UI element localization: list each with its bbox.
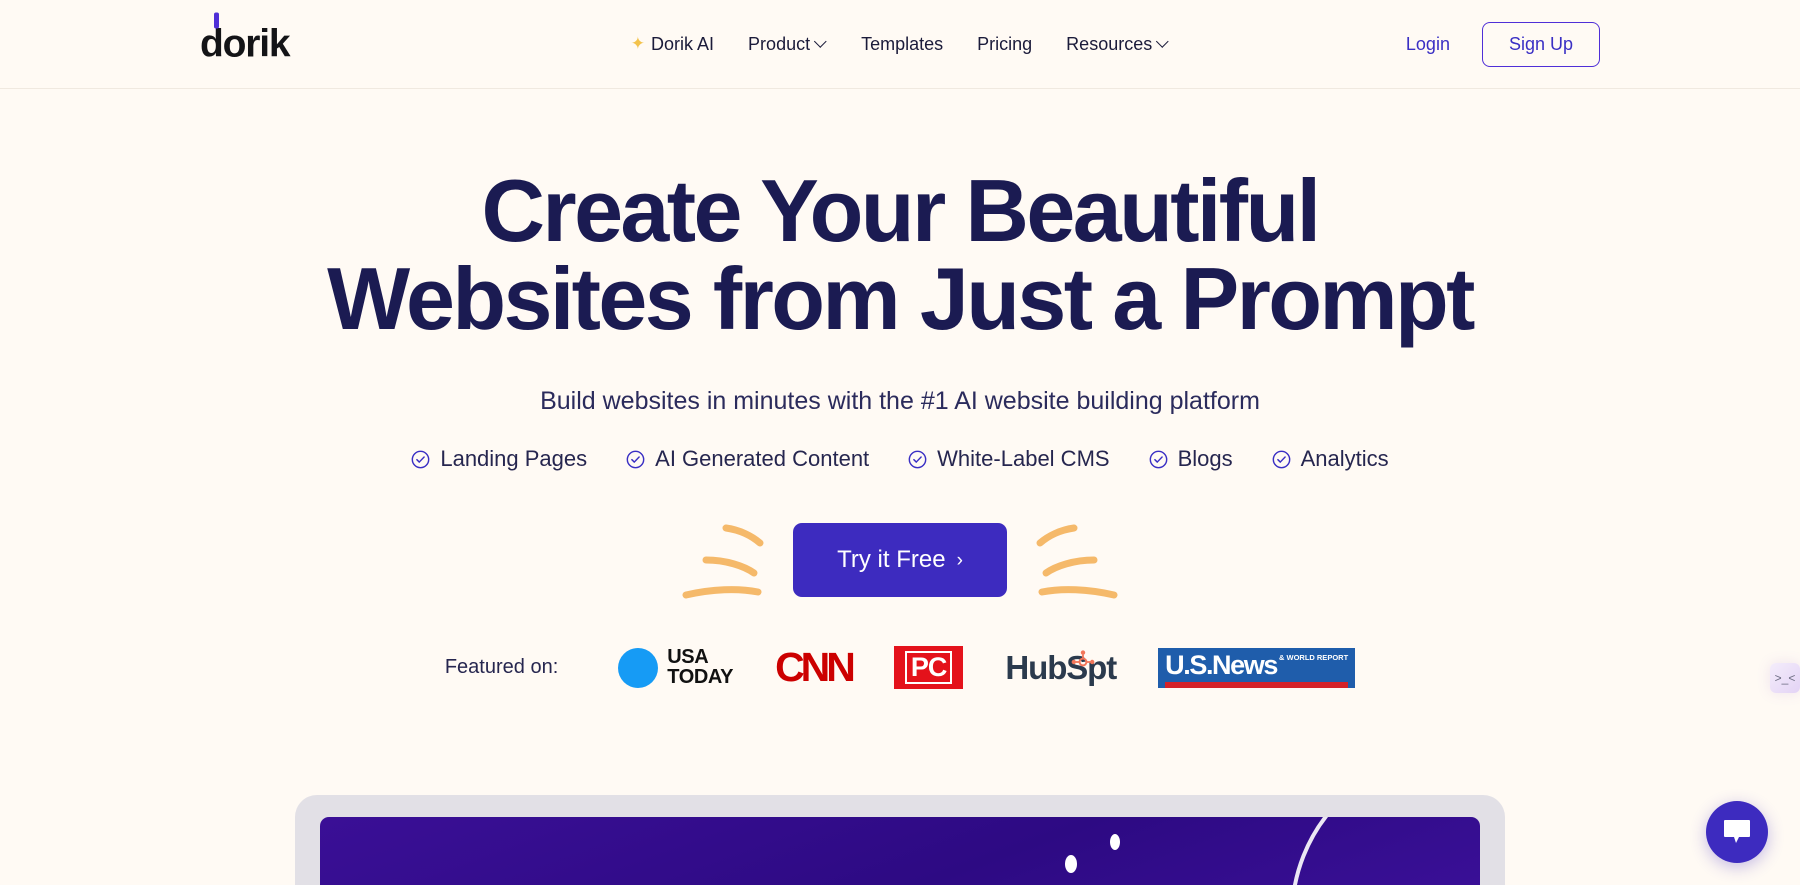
signup-button[interactable]: Sign Up xyxy=(1481,21,1600,67)
decorative-dot xyxy=(1110,834,1120,850)
side-tab-glyph: >_< xyxy=(1774,671,1796,685)
logo-text-wrap: dorik xyxy=(200,12,291,66)
headline-line-2: Websites from Just a Prompt xyxy=(327,249,1475,348)
feature-item-white-label-cms: White-Label CMS xyxy=(908,446,1110,472)
hero-subtitle: Build websites in minutes with the #1 AI… xyxy=(540,387,1260,415)
logo-text: dorik xyxy=(200,22,291,66)
hero-section: Create Your Beautiful Websites from Just… xyxy=(0,89,1800,691)
headline-line-1: Create Your Beautiful xyxy=(481,161,1321,260)
nav-label: Dorik AI xyxy=(651,33,715,54)
brand-logo-pc: PC xyxy=(893,646,964,689)
hubspot-wordmark: HubSp t xyxy=(1005,648,1117,687)
feedback-side-tab[interactable]: >_< xyxy=(1770,663,1800,693)
main-nav: ✦ Dorik AI Product Templates Pricing Res… xyxy=(631,34,1169,55)
feature-list: Landing Pages AI Generated Content White… xyxy=(0,446,1800,472)
cta-area: Try it Free › xyxy=(0,510,1800,610)
hubspot-suffix: t xyxy=(1106,648,1117,686)
feature-item-ai-generated-content: AI Generated Content xyxy=(626,446,869,472)
nav-label: Resources xyxy=(1066,33,1153,54)
chevron-right-icon: › xyxy=(956,549,963,571)
check-circle-icon xyxy=(908,450,927,468)
us-news-main-text: U.S.News xyxy=(1165,649,1278,680)
chat-widget-button[interactable] xyxy=(1706,801,1768,863)
decorative-swoosh-right-icon xyxy=(1036,524,1118,599)
nav-item-templates[interactable]: Templates xyxy=(861,34,943,55)
usa-today-dot-icon xyxy=(618,647,659,688)
page-title: Create Your Beautiful Websites from Just… xyxy=(250,167,1550,343)
header-actions: Login Sign Up xyxy=(1406,21,1600,67)
sparkles-icon: ✦ xyxy=(630,34,646,53)
usa-today-wordmark: USA TODAY xyxy=(667,645,734,688)
cta-label: Try it Free xyxy=(837,546,946,573)
nav-item-pricing[interactable]: Pricing xyxy=(977,34,1032,55)
feature-label: AI Generated Content xyxy=(655,446,870,471)
product-preview-area xyxy=(0,795,1800,885)
check-circle-icon xyxy=(1149,450,1167,468)
us-news-box: U.S.News & WORLD REPORT xyxy=(1158,647,1356,688)
laptop-mockup-frame xyxy=(295,795,1505,885)
us-news-wordmark: U.S.News & WORLD REPORT xyxy=(1158,647,1356,688)
brand-logo-usa-today: USA TODAY xyxy=(618,645,734,688)
check-circle-icon xyxy=(411,450,430,468)
decorative-arc xyxy=(1290,817,1480,885)
check-circle-icon xyxy=(1272,450,1290,468)
check-circle-icon xyxy=(626,450,645,468)
chevron-down-icon xyxy=(1158,37,1169,48)
featured-on-row: Featured on: USA TODAY CNN PC HubSp t U.… xyxy=(0,644,1800,691)
pc-wordmark: PC xyxy=(904,651,953,684)
nav-label: Templates xyxy=(861,33,944,54)
chat-bubble-icon xyxy=(1724,820,1750,843)
laptop-screen xyxy=(320,817,1480,885)
brand-logo-us-news: U.S.News & WORLD REPORT xyxy=(1158,647,1356,688)
us-news-top: U.S.News & WORLD REPORT xyxy=(1165,649,1349,680)
feature-item-landing-pages: Landing Pages xyxy=(411,446,587,472)
nav-label: Product xyxy=(748,33,811,54)
decorative-dot xyxy=(1065,855,1077,873)
chevron-down-icon xyxy=(816,37,827,48)
try-it-free-button[interactable]: Try it Free › xyxy=(793,523,1007,597)
cnn-wordmark: CNN xyxy=(775,644,856,690)
pc-wordmark-box: PC xyxy=(893,646,964,689)
feature-label: White-Label CMS xyxy=(937,446,1110,471)
usa-today-line1: USA xyxy=(667,645,709,668)
featured-on-label: Featured on: xyxy=(444,656,559,678)
logo[interactable]: dorik xyxy=(200,12,291,66)
brand-logo-cnn: CNN xyxy=(775,644,856,691)
hubspot-sprocket-icon xyxy=(1071,649,1095,666)
usa-today-line2: TODAY xyxy=(667,665,734,688)
login-link[interactable]: Login xyxy=(1406,34,1450,55)
nav-item-product[interactable]: Product xyxy=(748,34,827,55)
feature-label: Landing Pages xyxy=(440,446,588,471)
feature-label: Blogs xyxy=(1177,446,1233,471)
brand-logo-hubspot: HubSp t xyxy=(1005,648,1117,687)
feature-item-blogs: Blogs xyxy=(1149,446,1233,472)
us-news-red-bar xyxy=(1165,681,1349,688)
nav-label: Pricing xyxy=(977,33,1033,54)
nav-item-resources[interactable]: Resources xyxy=(1066,34,1169,55)
feature-label: Analytics xyxy=(1300,446,1389,471)
logo-accent-mark xyxy=(214,12,219,29)
feature-item-analytics: Analytics xyxy=(1272,446,1389,472)
nav-item-dorik-ai[interactable]: ✦ Dorik AI xyxy=(631,34,714,55)
landing-page: dorik ✦ Dorik AI Product Templates Prici… xyxy=(0,0,1800,885)
site-header: dorik ✦ Dorik AI Product Templates Prici… xyxy=(0,0,1800,89)
us-news-small-text: & WORLD REPORT xyxy=(1278,652,1349,662)
decorative-swoosh-left-icon xyxy=(682,524,764,599)
